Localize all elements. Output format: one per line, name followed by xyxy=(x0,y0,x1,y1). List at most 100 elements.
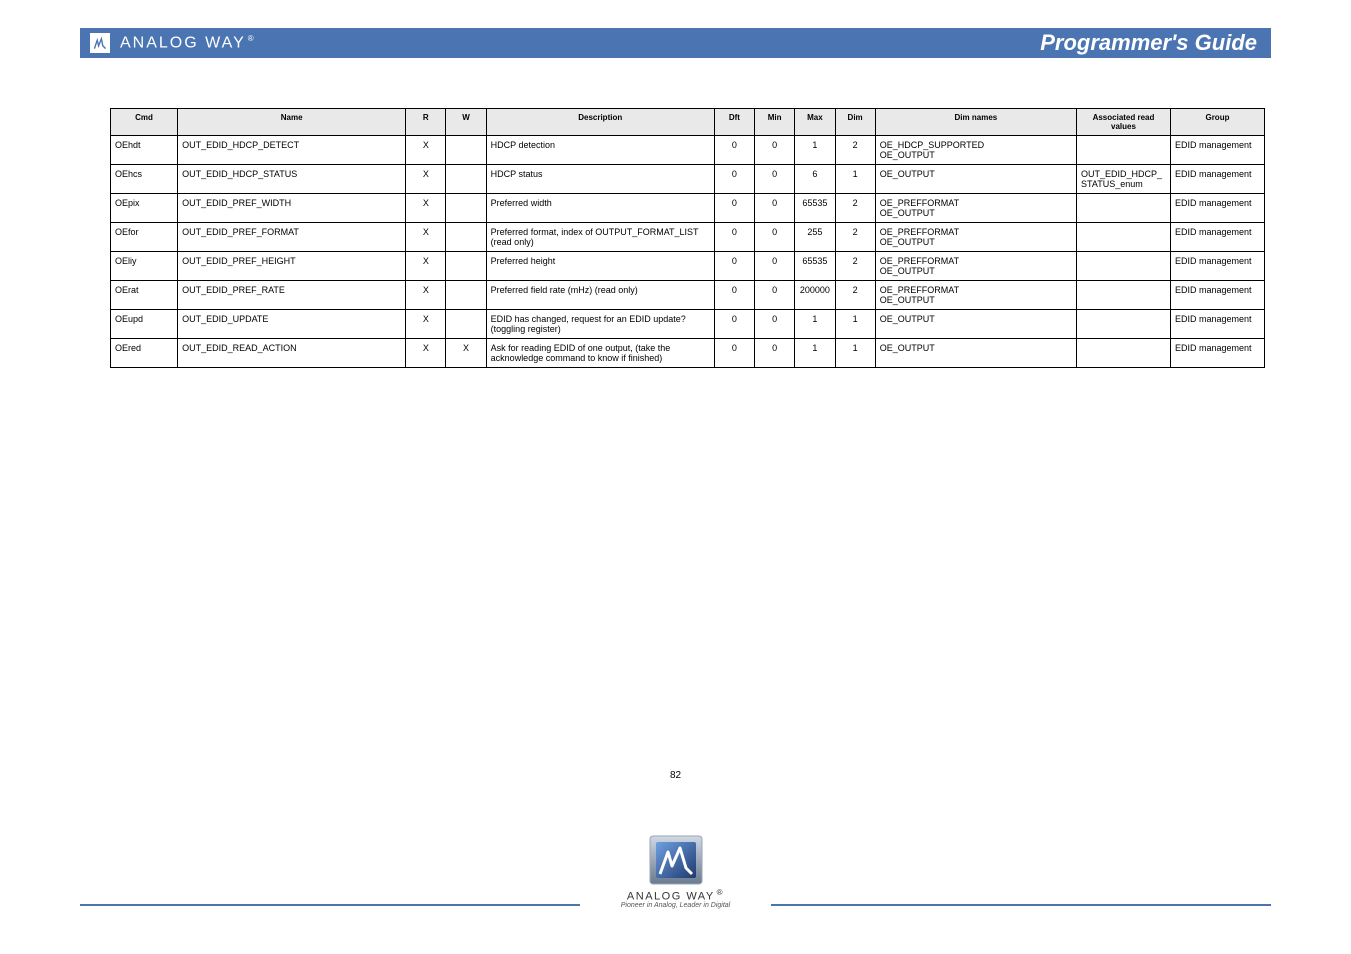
th-desc: Description xyxy=(486,109,714,136)
cell-max: 200000 xyxy=(795,281,835,310)
cell-cmd: OEpix xyxy=(111,194,178,223)
cell-desc: EDID has changed, request for an EDID up… xyxy=(486,310,714,339)
cell-cmd: OEupd xyxy=(111,310,178,339)
page-number: 82 xyxy=(0,770,1351,781)
cell-cmd: OEhcs xyxy=(111,165,178,194)
cell-assoc xyxy=(1077,339,1171,368)
cell-max: 1 xyxy=(795,339,835,368)
cell-assoc xyxy=(1077,194,1171,223)
cell-dims: OE_OUTPUT xyxy=(875,339,1076,368)
command-table-wrap: Cmd Name R W Description Dft Min Max Dim… xyxy=(110,108,1265,368)
cell-dim: 2 xyxy=(835,252,875,281)
cell-assoc xyxy=(1077,310,1171,339)
th-w: W xyxy=(446,109,486,136)
cell-min: 0 xyxy=(755,252,795,281)
cell-min: 0 xyxy=(755,281,795,310)
cell-min: 0 xyxy=(755,339,795,368)
cell-name: OUT_EDID_PREF_HEIGHT xyxy=(178,252,406,281)
table-row: OEratOUT_EDID_PREF_RATEXPreferred field … xyxy=(111,281,1265,310)
cell-w xyxy=(446,136,486,165)
th-r: R xyxy=(406,109,446,136)
cell-dims: OE_PREFFORMATOE_OUTPUT xyxy=(875,252,1076,281)
table-row: OEpixOUT_EDID_PREF_WIDTHXPreferred width… xyxy=(111,194,1265,223)
brand-trademark: ® xyxy=(248,34,256,43)
cell-min: 0 xyxy=(755,223,795,252)
cell-dim: 1 xyxy=(835,165,875,194)
cell-r: X xyxy=(406,252,446,281)
cell-w xyxy=(446,223,486,252)
table-head: Cmd Name R W Description Dft Min Max Dim… xyxy=(111,109,1265,136)
cell-name: OUT_EDID_HDCP_STATUS xyxy=(178,165,406,194)
cell-dft: 0 xyxy=(714,194,754,223)
cell-dft: 0 xyxy=(714,339,754,368)
th-group: Group xyxy=(1170,109,1264,136)
th-dft: Dft xyxy=(714,109,754,136)
th-dim: Dim xyxy=(835,109,875,136)
cell-desc: HDCP status xyxy=(486,165,714,194)
table-row: OEhcsOUT_EDID_HDCP_STATUSXHDCP status006… xyxy=(111,165,1265,194)
footer-logo-icon xyxy=(646,834,706,886)
cell-min: 0 xyxy=(755,310,795,339)
cell-w xyxy=(446,252,486,281)
cell-name: OUT_EDID_HDCP_DETECT xyxy=(178,136,406,165)
th-assoc: Associated read values xyxy=(1077,109,1171,136)
cell-assoc: OUT_EDID_HDCP_STATUS_enum xyxy=(1077,165,1171,194)
cell-cmd: OEhdt xyxy=(111,136,178,165)
table-row: OEredOUT_EDID_READ_ACTIONXXAsk for readi… xyxy=(111,339,1265,368)
cell-dim: 2 xyxy=(835,223,875,252)
command-table: Cmd Name R W Description Dft Min Max Dim… xyxy=(110,108,1265,368)
cell-group: EDID management xyxy=(1170,223,1264,252)
footer-logo: ANALOG WAY® Pioneer in Analog, Leader in… xyxy=(606,834,746,909)
cell-dft: 0 xyxy=(714,281,754,310)
cell-desc: HDCP detection xyxy=(486,136,714,165)
brand-name: ANALOG WAY® xyxy=(120,34,256,52)
table-row: OEhdtOUT_EDID_HDCP_DETECTX HDCP detection… xyxy=(111,136,1265,165)
footer-tagline: Pioneer in Analog, Leader in Digital xyxy=(614,902,738,909)
cell-dim: 1 xyxy=(835,310,875,339)
cell-name: OUT_EDID_PREF_RATE xyxy=(178,281,406,310)
cell-cmd: OEred xyxy=(111,339,178,368)
table-row: OEupdOUT_EDID_UPDATEXEDID has changed, r… xyxy=(111,310,1265,339)
cell-dims: OE_PREFFORMATOE_OUTPUT xyxy=(875,281,1076,310)
cell-desc: Preferred field rate (mHz) (read only) xyxy=(486,281,714,310)
cell-w xyxy=(446,281,486,310)
table-row: OEforOUT_EDID_PREF_FORMATXPreferred form… xyxy=(111,223,1265,252)
cell-r: X xyxy=(406,165,446,194)
cell-dims: OE_HDCP_SUPPORTEDOE_OUTPUT xyxy=(875,136,1076,165)
cell-assoc xyxy=(1077,136,1171,165)
cell-max: 255 xyxy=(795,223,835,252)
cell-max: 6 xyxy=(795,165,835,194)
cell-group: EDID management xyxy=(1170,310,1264,339)
cell-r: X xyxy=(406,310,446,339)
cell-assoc xyxy=(1077,281,1171,310)
cell-w: X xyxy=(446,339,486,368)
cell-group: EDID management xyxy=(1170,252,1264,281)
cell-name: OUT_EDID_PREF_FORMAT xyxy=(178,223,406,252)
cell-r: X xyxy=(406,194,446,223)
th-cmd: Cmd xyxy=(111,109,178,136)
cell-min: 0 xyxy=(755,165,795,194)
cell-group: EDID management xyxy=(1170,339,1264,368)
brand-logo-icon xyxy=(90,33,110,53)
cell-desc: Ask for reading EDID of one output, (tak… xyxy=(486,339,714,368)
cell-name: OUT_EDID_READ_ACTION xyxy=(178,339,406,368)
cell-max: 65535 xyxy=(795,252,835,281)
cell-min: 0 xyxy=(755,194,795,223)
cell-group: EDID management xyxy=(1170,165,1264,194)
th-max: Max xyxy=(795,109,835,136)
cell-r: X xyxy=(406,136,446,165)
cell-cmd: OEfor xyxy=(111,223,178,252)
table-body: OEhdtOUT_EDID_HDCP_DETECTXHDCP detection… xyxy=(111,136,1265,368)
cell-dim: 1 xyxy=(835,339,875,368)
cell-group: EDID management xyxy=(1170,136,1264,165)
table-row: OEliyOUT_EDID_PREF_HEIGHTXPreferred heig… xyxy=(111,252,1265,281)
th-name: Name xyxy=(178,109,406,136)
cell-cmd: OErat xyxy=(111,281,178,310)
cell-assoc xyxy=(1077,252,1171,281)
cell-dft: 0 xyxy=(714,165,754,194)
cell-dims: OE_OUTPUT xyxy=(875,310,1076,339)
cell-cmd: OEliy xyxy=(111,252,178,281)
th-min: Min xyxy=(755,109,795,136)
cell-dft: 0 xyxy=(714,252,754,281)
cell-max: 1 xyxy=(795,310,835,339)
